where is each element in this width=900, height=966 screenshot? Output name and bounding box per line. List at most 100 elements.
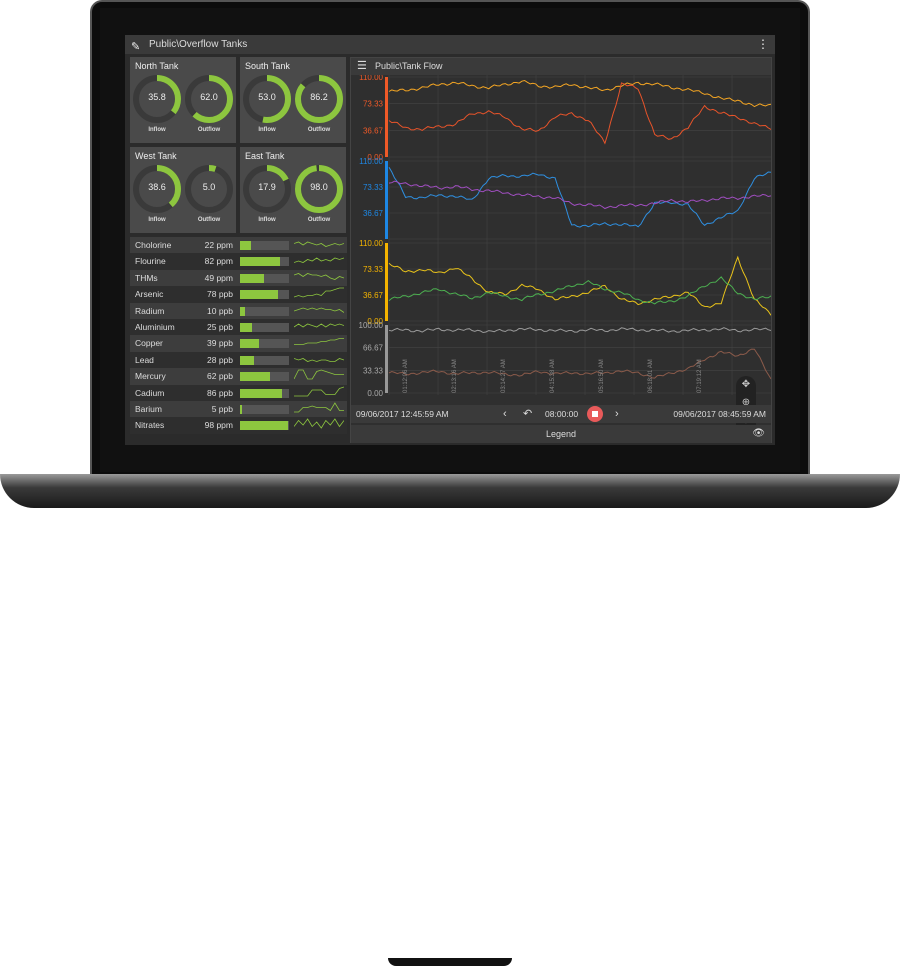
tank-name: North Tank bbox=[135, 61, 179, 71]
chemical-name: Nitrates bbox=[135, 420, 165, 431]
chart-header: ☰ Public\Tank Flow bbox=[351, 58, 771, 75]
trend-chart[interactable]: 110.00 73.33 36.67 0.00 110.00 73.33 36.67 110.… bbox=[351, 75, 771, 405]
app-title-bar: ✎ Public\Overflow Tanks ⋮ bbox=[125, 35, 775, 54]
chart-title: Public\Tank Flow bbox=[375, 61, 443, 71]
pan-icon[interactable]: ✥ bbox=[736, 376, 756, 394]
sparkline bbox=[294, 307, 344, 313]
chemical-row[interactable]: Nitrates 98 ppm bbox=[130, 417, 347, 434]
chemical-value: 82 ppm bbox=[204, 256, 233, 267]
outflow-label: Outflow bbox=[307, 127, 331, 133]
y-tick-label: 66.67 bbox=[363, 344, 384, 353]
inflow-gauge: 38.6 Inflow bbox=[131, 163, 183, 227]
axis-color-bar bbox=[385, 325, 388, 393]
inflow-value: 38.6 bbox=[148, 182, 166, 192]
app-title: Public\Overflow Tanks bbox=[149, 39, 248, 50]
next-button[interactable]: › bbox=[615, 405, 619, 423]
chemical-name: Arsenic bbox=[135, 289, 164, 300]
x-tick-label: 03:14:27 AM bbox=[501, 359, 507, 393]
dashboard-app: ✎ Public\Overflow Tanks ⋮ North Tank 35.8… bbox=[125, 35, 775, 445]
hamburger-menu-icon[interactable]: ☰ bbox=[357, 58, 367, 75]
inflow-value: 53.0 bbox=[258, 92, 276, 102]
chemical-value: 10 ppb bbox=[207, 305, 233, 316]
level-bar bbox=[240, 355, 289, 365]
outflow-label: Outflow bbox=[197, 127, 221, 133]
tank-card[interactable]: West Tank 38.6 Inflow 5.0 Outflow bbox=[130, 147, 236, 233]
inflow-label: Inflow bbox=[258, 217, 276, 223]
chemical-name: Lead bbox=[135, 354, 154, 365]
tank-card[interactable]: North Tank 35.8 Inflow 62.0 Outflow bbox=[130, 57, 236, 143]
sparkline bbox=[294, 323, 344, 328]
chemical-name: Radium bbox=[135, 305, 165, 316]
x-tick-label: 07:19:12 AM bbox=[697, 359, 703, 393]
axis-color-bar bbox=[385, 77, 388, 157]
axis-color-bar bbox=[385, 243, 388, 321]
chemical-row[interactable]: Radium 10 ppb bbox=[130, 302, 347, 319]
chemical-name: Barium bbox=[135, 403, 162, 414]
x-tick-label: 04:15:38 AM bbox=[550, 359, 556, 393]
x-tick-label: 06:18:01 AM bbox=[648, 359, 654, 393]
sparkline bbox=[294, 287, 344, 298]
chemical-row[interactable]: Arsenic 78 ppb bbox=[130, 286, 347, 303]
sparkline bbox=[294, 418, 344, 430]
chemical-value: 98 ppm bbox=[204, 420, 233, 431]
sparkline bbox=[294, 338, 344, 346]
sparkline bbox=[294, 369, 344, 380]
x-tick-label: 05:16:50 AM bbox=[599, 359, 605, 393]
inflow-value: 17.9 bbox=[258, 182, 276, 192]
tank-name: East Tank bbox=[245, 151, 285, 161]
tank-card[interactable]: East Tank 17.9 Inflow 98.0 Outflow bbox=[240, 147, 346, 233]
level-bar bbox=[240, 404, 289, 414]
sparkline bbox=[294, 272, 344, 280]
chemical-value: 49 ppm bbox=[204, 272, 233, 283]
chemical-value: 78 ppb bbox=[207, 289, 233, 300]
chemical-name: Aluminium bbox=[135, 321, 175, 332]
chemical-row[interactable]: Barium 5 ppb bbox=[130, 400, 347, 418]
outflow-gauge: 98.0 Outflow bbox=[293, 163, 345, 227]
chemical-row[interactable]: Aluminium 25 ppb bbox=[130, 318, 347, 336]
more-menu-icon[interactable]: ⋮ bbox=[757, 35, 769, 54]
chemical-row[interactable]: THMs 49 ppm bbox=[130, 269, 347, 287]
y-tick-label: 36.67 bbox=[363, 126, 384, 135]
outflow-value: 98.0 bbox=[310, 182, 328, 192]
previous-button[interactable]: ‹ bbox=[503, 405, 507, 423]
level-bar bbox=[240, 339, 289, 349]
y-tick-label: 110.00 bbox=[359, 239, 383, 248]
sparkline bbox=[294, 357, 344, 362]
eye-icon[interactable]: 👁 bbox=[752, 425, 765, 443]
sparkline bbox=[294, 241, 344, 247]
outflow-value: 86.2 bbox=[310, 92, 328, 102]
chemical-value: 5 ppb bbox=[211, 403, 233, 414]
chemical-row[interactable]: Cadium 86 ppb bbox=[130, 384, 347, 401]
chemical-name: Cholorine bbox=[135, 240, 172, 250]
inflow-label: Inflow bbox=[148, 217, 166, 223]
undo-icon[interactable]: ↶ bbox=[523, 405, 532, 423]
y-tick-label: 73.33 bbox=[363, 183, 384, 192]
outflow-gauge: 62.0 Outflow bbox=[183, 73, 235, 137]
sparkline bbox=[294, 386, 344, 396]
y-tick-label: 0.00 bbox=[367, 389, 383, 398]
chemical-row[interactable]: Flourine 82 ppm bbox=[130, 253, 347, 270]
chemical-row[interactable]: Cholorine 22 ppm bbox=[130, 237, 347, 254]
y-tick-label: 110.00 bbox=[359, 157, 383, 166]
level-bar bbox=[240, 388, 289, 398]
outflow-value: 62.0 bbox=[200, 92, 218, 102]
tank-card[interactable]: South Tank 53.0 Inflow 86.2 Outflow bbox=[240, 57, 346, 143]
chemical-row[interactable]: Mercury 62 ppb bbox=[130, 368, 347, 385]
chemical-row[interactable]: Copper 39 ppb bbox=[130, 335, 347, 352]
legend-bar[interactable]: Legend 👁 bbox=[351, 425, 771, 443]
chemical-value: 62 ppb bbox=[207, 371, 233, 382]
y-tick-label: 33.33 bbox=[363, 366, 384, 375]
inflow-gauge: 35.8 Inflow bbox=[131, 73, 183, 137]
chemical-name: THMs bbox=[135, 272, 158, 283]
start-time: 09/06/2017 12:45:59 AM bbox=[356, 409, 449, 419]
level-bar bbox=[240, 290, 289, 300]
pencil-icon[interactable]: ✎ bbox=[131, 38, 140, 57]
level-bar bbox=[240, 257, 289, 267]
axis-color-bar bbox=[385, 161, 388, 239]
stop-button[interactable] bbox=[587, 406, 603, 422]
chemical-name: Cadium bbox=[135, 387, 165, 398]
chemical-row[interactable]: Lead 28 ppb bbox=[130, 351, 347, 369]
inflow-value: 35.8 bbox=[148, 92, 166, 102]
chemical-value: 25 ppb bbox=[207, 321, 233, 332]
duration[interactable]: 08:00:00 bbox=[545, 405, 578, 423]
